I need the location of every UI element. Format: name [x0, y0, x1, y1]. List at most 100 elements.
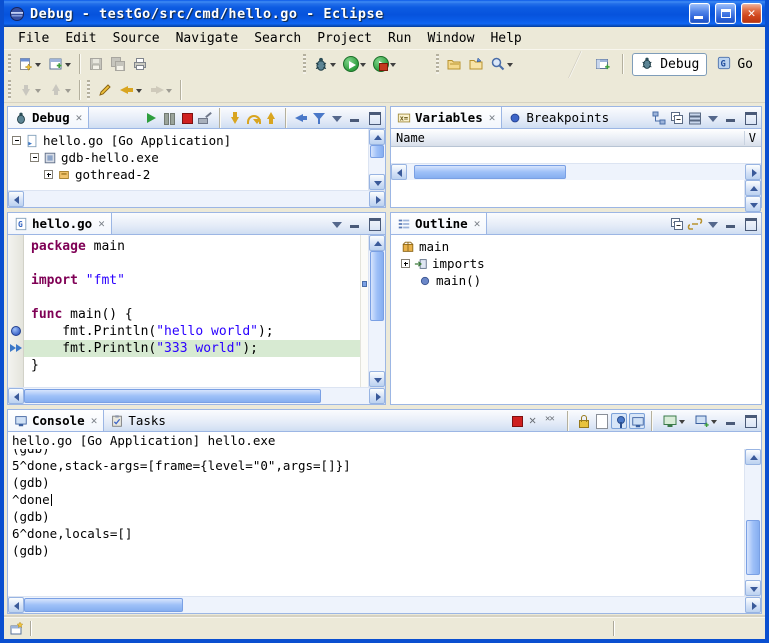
back-button[interactable] [116, 78, 146, 102]
toolbar-drag-handle[interactable] [8, 54, 11, 74]
open-file-button[interactable] [443, 52, 465, 76]
close-icon[interactable]: ✕ [96, 217, 105, 230]
maximize-view-button[interactable] [742, 216, 759, 231]
menu-window[interactable]: Window [419, 29, 482, 48]
toolbar-drag-handle[interactable] [303, 54, 306, 74]
scrollbar-thumb[interactable] [24, 389, 321, 403]
toolbar-drag-handle[interactable] [8, 80, 11, 100]
menu-source[interactable]: Source [105, 29, 168, 48]
new-menu-button[interactable] [45, 52, 75, 76]
outline-item-package[interactable]: main [401, 238, 761, 255]
run-dropdown-button[interactable] [340, 52, 370, 76]
eclipse-logo-icon[interactable] [9, 6, 25, 22]
open-perspective-button[interactable] [592, 52, 614, 76]
menu-navigate[interactable]: Navigate [168, 29, 247, 48]
external-tools-button[interactable] [370, 52, 400, 76]
scroll-up-icon[interactable] [745, 449, 761, 465]
open-console-button[interactable] [691, 412, 721, 430]
last-edit-location-button[interactable] [94, 78, 116, 102]
view-menu-button[interactable] [705, 216, 721, 232]
scroll-up-icon[interactable] [369, 235, 385, 251]
editor-marker-ruler[interactable] [8, 235, 24, 387]
code-area[interactable]: package main import "fmt" func main() { … [24, 235, 360, 387]
step-into-button[interactable] [227, 110, 243, 126]
scrollbar-thumb[interactable] [370, 251, 384, 321]
collapse-all-button[interactable] [669, 216, 685, 232]
variables-horizontal-scrollbar[interactable] [391, 163, 761, 180]
detail-vertical-scrollbar[interactable] [744, 180, 761, 207]
scroll-right-icon[interactable] [745, 164, 761, 180]
scrollbar-thumb[interactable] [414, 165, 566, 179]
close-icon[interactable]: ✕ [487, 111, 496, 124]
print-button[interactable] [129, 52, 151, 76]
minimize-view-button[interactable] [723, 110, 740, 125]
forward-button[interactable] [146, 78, 176, 102]
scroll-up-icon[interactable] [369, 129, 385, 145]
layout-button[interactable] [687, 110, 703, 126]
close-icon[interactable]: ✕ [472, 217, 481, 230]
scroll-down-icon[interactable] [369, 371, 385, 387]
scrollbar-thumb[interactable] [24, 598, 183, 612]
scroll-down-icon[interactable] [369, 174, 385, 190]
suspend-button[interactable] [161, 110, 177, 126]
save-all-button[interactable] [107, 52, 129, 76]
clear-console-button[interactable] [593, 413, 609, 429]
console-vertical-scrollbar[interactable] [744, 449, 761, 596]
maximize-view-button[interactable] [742, 413, 759, 428]
step-filters-button[interactable] [311, 110, 327, 126]
terminate-button[interactable] [509, 413, 525, 429]
minimize-view-button[interactable] [347, 216, 364, 231]
outline-tree[interactable]: main imports main() [391, 235, 761, 404]
search-button[interactable] [487, 52, 517, 76]
scrollbar-thumb[interactable] [370, 145, 384, 158]
console-horizontal-scrollbar[interactable] [8, 596, 761, 613]
minimize-view-button[interactable] [723, 413, 740, 428]
view-menu-button[interactable] [329, 216, 345, 232]
link-with-editor-button[interactable] [687, 216, 703, 232]
scroll-left-icon[interactable] [8, 597, 24, 613]
view-menu-button[interactable] [329, 110, 345, 126]
new-wizard-button[interactable] [15, 52, 45, 76]
maximize-window-button[interactable] [715, 3, 736, 24]
toolbar-drag-handle[interactable] [436, 54, 439, 74]
variables-table-body[interactable] [391, 147, 761, 163]
outline-item-main-func[interactable]: main() [401, 272, 761, 289]
step-over-button[interactable] [245, 110, 261, 126]
fast-view-button[interactable] [9, 621, 25, 637]
minimize-view-button[interactable] [723, 216, 740, 231]
minimize-view-button[interactable] [347, 110, 364, 125]
open-folder-button[interactable] [465, 52, 487, 76]
tree-row-launch[interactable]: hello.go [Go Application] [12, 132, 368, 149]
debug-launch-tree[interactable]: hello.go [Go Application] gdb-hello.exe [8, 129, 368, 190]
terminate-button[interactable] [179, 110, 195, 126]
tree-row-thread[interactable]: gothread-2 [12, 166, 368, 183]
variables-column-header[interactable]: Name V [391, 129, 761, 147]
save-button[interactable] [85, 52, 107, 76]
scroll-right-icon[interactable] [745, 597, 761, 613]
toolbar-drag-handle[interactable] [87, 80, 90, 100]
display-console-button[interactable] [659, 412, 689, 430]
scroll-lock-button[interactable] [575, 413, 591, 429]
scroll-right-icon[interactable] [369, 191, 385, 207]
outline-item-imports[interactable]: imports [401, 255, 761, 272]
previous-annotation-button[interactable] [45, 78, 75, 102]
variables-detail-pane[interactable] [391, 180, 761, 207]
collapse-all-button[interactable] [669, 110, 685, 126]
expand-handle-icon[interactable] [44, 170, 53, 179]
editor-vertical-scrollbar[interactable] [368, 235, 385, 387]
collapse-handle-icon[interactable] [12, 136, 21, 145]
menu-project[interactable]: Project [309, 29, 380, 48]
tab-console[interactable]: Console ✕ [8, 410, 104, 431]
remove-all-launches-button[interactable] [545, 413, 561, 429]
next-annotation-button[interactable] [15, 78, 45, 102]
tab-editor-hello-go[interactable]: G hello.go ✕ [8, 213, 112, 234]
tab-outline[interactable]: Outline ✕ [391, 213, 487, 234]
maximize-view-button[interactable] [366, 110, 383, 125]
editor-horizontal-scrollbar[interactable] [8, 387, 385, 404]
menu-search[interactable]: Search [246, 29, 309, 48]
close-icon[interactable]: ✕ [89, 414, 98, 427]
scroll-up-icon[interactable] [745, 180, 761, 196]
step-return-button[interactable] [263, 110, 279, 126]
debug-vertical-scrollbar[interactable] [368, 129, 385, 190]
scrollbar-thumb[interactable] [746, 520, 760, 575]
